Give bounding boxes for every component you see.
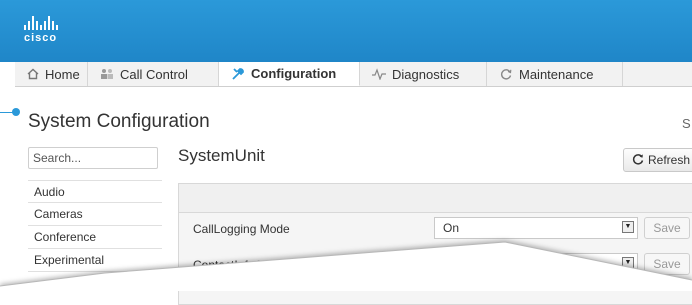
tab-configuration[interactable]: Configuration	[219, 62, 360, 86]
setting-row: ContactInfo Type ▼ Save	[179, 250, 692, 280]
home-icon	[27, 67, 39, 81]
sidebar-item-cameras[interactable]: Cameras	[28, 203, 162, 226]
tab-diagnostics[interactable]: Diagnostics	[360, 62, 487, 86]
refresh-cycle-icon	[499, 67, 513, 81]
cisco-logo-text: cisco	[24, 32, 58, 44]
sidebar-item-conference[interactable]: Conference	[28, 226, 162, 249]
setting-select[interactable]: ▼	[434, 253, 638, 275]
callout-dot	[12, 108, 20, 116]
sidebar-item-audio[interactable]: Audio	[28, 180, 162, 203]
save-button[interactable]: Save	[644, 217, 690, 239]
tab-home-label: Home	[45, 66, 80, 82]
sidebar-item-experimental[interactable]: Experimental	[28, 249, 162, 272]
tab-configuration-label: Configuration	[251, 66, 337, 81]
sidebar: Audio Cameras Conference Experimental	[28, 180, 162, 272]
section-title: SystemUnit	[178, 146, 265, 165]
setting-row: CallLogging Mode On ▼ Save	[179, 214, 692, 244]
tab-maintenance-label: Maintenance	[519, 66, 594, 82]
tab-call-control[interactable]: Call Control	[88, 62, 219, 86]
dropdown-arrow-icon[interactable]: ▼	[622, 257, 634, 269]
setting-label: CallLogging Mode	[193, 222, 290, 236]
refresh-button-label: Refresh	[648, 153, 691, 167]
dropdown-arrow-icon[interactable]: ▼	[622, 221, 634, 233]
main-nav: Home Call Control Configuration Diagnost…	[15, 62, 692, 87]
tab-home[interactable]: Home	[15, 62, 88, 86]
setting-label: ContactInfo Type	[193, 258, 284, 272]
save-button[interactable]: Save	[644, 253, 690, 275]
cisco-logo-bars	[24, 16, 84, 30]
refresh-button[interactable]: Refresh	[623, 148, 692, 172]
page-header-right-text[interactable]: S	[682, 116, 691, 131]
top-banner: cisco	[0, 0, 692, 62]
refresh-icon	[632, 153, 644, 168]
tab-diagnostics-label: Diagnostics	[392, 66, 460, 82]
users-icon	[100, 67, 114, 81]
page-title: System Configuration	[28, 111, 210, 132]
tab-maintenance[interactable]: Maintenance	[487, 62, 623, 86]
settings-panel-header	[179, 184, 692, 213]
search-input[interactable]	[28, 147, 158, 169]
setting-select-value: On	[443, 221, 460, 235]
wrench-icon	[231, 67, 245, 81]
settings-panel: CallLogging Mode On ▼ Save ContactInfo T…	[178, 183, 692, 305]
setting-select[interactable]: On ▼	[434, 217, 638, 239]
cisco-logo[interactable]: cisco	[24, 16, 84, 50]
tab-call-control-label: Call Control	[120, 66, 188, 82]
pulse-icon	[372, 67, 386, 81]
